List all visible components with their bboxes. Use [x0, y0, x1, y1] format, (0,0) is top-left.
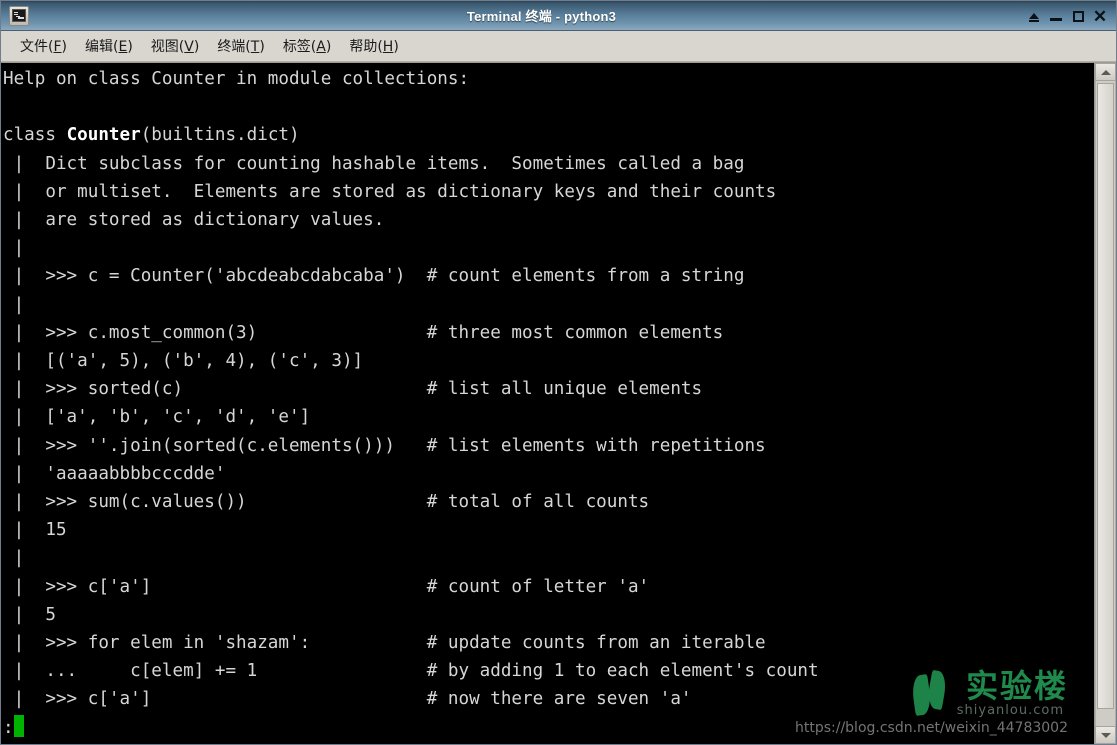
- maximize-icon: [1072, 10, 1084, 22]
- menu-item-3[interactable]: 视图(V): [142, 33, 209, 59]
- window-titlebar[interactable]: Terminal 终端 - python3 ✕: [1, 1, 1116, 31]
- window-controls: ✕: [1024, 1, 1110, 31]
- terminal-body: Help on class Counter in module collecti…: [1, 62, 1116, 744]
- terminal-window: Terminal 终端 - python3 ✕ 文件(F) 编辑(E) 视图(V) 终…: [0, 0, 1117, 745]
- menu-item-label: 视图(: [150, 39, 185, 55]
- terminal-cursor: [13, 714, 25, 737]
- terminal-icon: [9, 5, 29, 26]
- scroll-down-button[interactable]: [1095, 726, 1116, 744]
- menu-item-label: 终端(: [217, 39, 251, 55]
- scrollbar-thumb[interactable]: [1097, 83, 1114, 709]
- minimize-button[interactable]: [1046, 5, 1066, 27]
- shade-button[interactable]: [1024, 5, 1044, 27]
- menu-item-accelerator: E: [118, 39, 128, 55]
- menu-item-paren: ): [325, 39, 332, 55]
- terminal-text: Help on class Counter in module collecti…: [3, 69, 819, 738]
- close-icon: ✕: [1092, 6, 1108, 26]
- maximize-button[interactable]: [1068, 5, 1088, 27]
- menu-item-accelerator: H: [382, 39, 394, 55]
- terminal-scrollbar[interactable]: [1094, 63, 1116, 744]
- menu-item-label: 帮助(: [349, 39, 383, 55]
- pager-prompt: :: [3, 717, 14, 738]
- menu-item-1[interactable]: 文件(F): [11, 33, 76, 59]
- menu-item-paren: ): [193, 39, 200, 55]
- minimize-icon: [1050, 18, 1062, 21]
- menu-item-4[interactable]: 终端(T): [208, 33, 274, 59]
- menu-item-2[interactable]: 编辑(E): [76, 33, 142, 59]
- terminal-view[interactable]: Help on class Counter in module collecti…: [1, 63, 1094, 744]
- terminal-icon-glyph: [12, 9, 26, 22]
- menu-item-paren: ): [61, 39, 67, 55]
- scroll-up-arrow-icon: [1100, 69, 1111, 75]
- shade-icon: [1029, 13, 1039, 22]
- scroll-up-button[interactable]: [1095, 63, 1116, 81]
- menu-item-label: 编辑(: [85, 39, 119, 55]
- menu-item-accelerator: V: [184, 39, 194, 55]
- menu-item-label: 标签(: [282, 39, 317, 55]
- titlebar-icon-area: [1, 5, 37, 26]
- menu-item-accelerator: A: [316, 39, 326, 55]
- scrollbar-track[interactable]: [1095, 81, 1116, 726]
- menu-item-label: 文件(: [20, 39, 54, 55]
- menu-item-paren: ): [259, 39, 265, 55]
- scroll-down-arrow-icon: [1100, 732, 1111, 738]
- menu-item-paren: ): [393, 39, 399, 55]
- menu-item-6[interactable]: 帮助(H): [340, 33, 407, 59]
- window-title: Terminal 终端 - python3: [466, 9, 617, 24]
- menubar: 文件(F) 编辑(E) 视图(V) 终端(T) 标签(A) 帮助(H): [1, 31, 1116, 62]
- menu-item-accelerator: F: [53, 39, 62, 55]
- menu-item-paren: ): [127, 39, 133, 55]
- close-button[interactable]: ✕: [1090, 5, 1110, 27]
- menu-item-5[interactable]: 标签(A): [274, 33, 341, 59]
